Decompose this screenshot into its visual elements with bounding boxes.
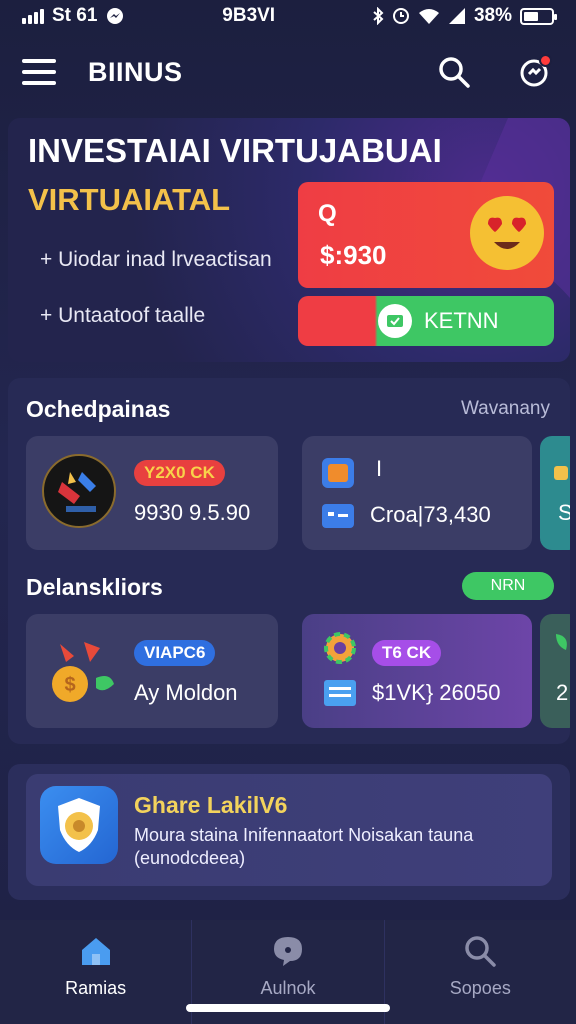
header-actions <box>434 52 554 92</box>
section-badge[interactable]: NRN <box>462 572 554 600</box>
battery-icon <box>519 7 557 25</box>
promo-description: Moura staina Inifennaatort Noisakan taun… <box>134 825 474 868</box>
cell-signal-icon <box>448 8 465 24</box>
status-bar: St 61 9B3VI 38% <box>0 0 576 32</box>
balance-card[interactable]: Q $:930 <box>298 182 554 288</box>
shield-icon <box>40 786 118 864</box>
home-icon <box>81 938 110 965</box>
deal-card-1[interactable]: $ VIAPC6 Ay Moldon <box>26 614 278 728</box>
money-bag-icon: $ <box>52 642 114 702</box>
search-icon <box>465 936 497 967</box>
promo-card[interactable]: Ghare LakilV6 Moura staina Inifennaatort… <box>26 774 552 886</box>
card-list-icon <box>322 504 354 528</box>
deal-card-3[interactable]: 2 <box>540 614 570 728</box>
investment-card-2[interactable]: I Croa|73,430 <box>302 436 532 550</box>
status-left: St 61 <box>22 5 125 27</box>
deal-card-2[interactable]: T6 CK $1VK} 26050 <box>302 614 532 728</box>
hero-bullet-2: + Untaatoof taalle <box>40 304 206 327</box>
ticket-icon <box>378 304 412 338</box>
nav-item-search[interactable]: Sopoes <box>385 920 576 1024</box>
chat-icon <box>273 937 302 966</box>
card-value-1: 9930 9.5.90 <box>134 500 251 525</box>
battery-percent: 38% <box>473 5 512 26</box>
see-all-link[interactable]: Wavanany <box>461 398 550 420</box>
notification-badge <box>539 54 552 67</box>
section-title-second: Delanskliors <box>26 574 163 600</box>
hero-action-button[interactable]: KETNN <box>298 296 554 346</box>
investment-card-1[interactable]: Y2X0 CK 9930 9.5.90 <box>26 436 278 550</box>
carrier-text: St 61 <box>52 5 98 26</box>
promo-title: Ghare LakilV6 <box>134 792 288 818</box>
balance-amount: $:930 <box>320 240 387 270</box>
crypto-tools-icon <box>42 454 116 528</box>
hero-subtitle: VIRTUAIATAL <box>28 182 231 217</box>
hero-banner: INVESTAIAI VIRTUJABUAI VIRTUAIATAL + Uio… <box>8 118 570 362</box>
investment-card-3[interactable]: S <box>540 436 570 550</box>
card-value-5: $1VK} 26050 <box>372 680 501 705</box>
app-title: BIINUS <box>88 56 183 87</box>
card-value-2: Croa|73,430 <box>370 502 491 527</box>
nav-label-chat: Aulnok <box>260 978 316 998</box>
svg-text:$: $ <box>64 674 75 696</box>
notification-button[interactable] <box>514 52 554 92</box>
messenger-icon <box>107 8 124 24</box>
package-icon <box>322 458 354 488</box>
tag-3: VIAPC6 <box>134 640 216 666</box>
card-edge-icon <box>554 466 568 480</box>
app-header: BIINUS <box>0 42 576 102</box>
document-icon <box>324 680 356 706</box>
search-icon <box>439 57 470 88</box>
card-value-6: 2 <box>556 680 569 705</box>
nav-label-search: Sopoes <box>449 978 511 998</box>
tag-4: T6 CK <box>372 640 442 666</box>
card-value-3: S <box>558 500 570 525</box>
content-panel: Ochedpainas Wavanany Y2X0 CK 9930 9.5.90… <box>8 378 570 744</box>
balance-symbol: Q <box>318 200 337 227</box>
section-title-first: Ochedpainas <box>26 396 171 422</box>
status-right: 38% <box>372 5 557 27</box>
bluetooth-icon <box>373 7 384 25</box>
nav-item-home[interactable]: Ramias <box>0 920 193 1024</box>
wifi-icon <box>418 9 439 24</box>
status-time: 9B3VI <box>222 5 276 26</box>
hero-title: INVESTAIAI VIRTUJABUAI <box>28 132 442 169</box>
card-value-4: Ay Moldon <box>134 680 238 705</box>
leaf-icon <box>556 634 567 650</box>
tag-1: Y2X0 CK <box>134 460 225 486</box>
signal-icon <box>22 8 44 24</box>
heart-eyes-emoji-icon <box>470 196 544 270</box>
alarm-icon <box>392 8 409 24</box>
search-button[interactable] <box>434 52 474 92</box>
nav-label-home: Ramias <box>65 978 127 998</box>
hero-action-label: KETNN <box>424 308 499 333</box>
home-indicator[interactable] <box>186 1004 390 1012</box>
hero-bullet-1: + Uiodar inad lrveactisan <box>40 248 272 271</box>
menu-icon[interactable] <box>22 59 56 85</box>
card-tag-2: I <box>376 456 383 481</box>
gear-icon <box>324 632 356 664</box>
